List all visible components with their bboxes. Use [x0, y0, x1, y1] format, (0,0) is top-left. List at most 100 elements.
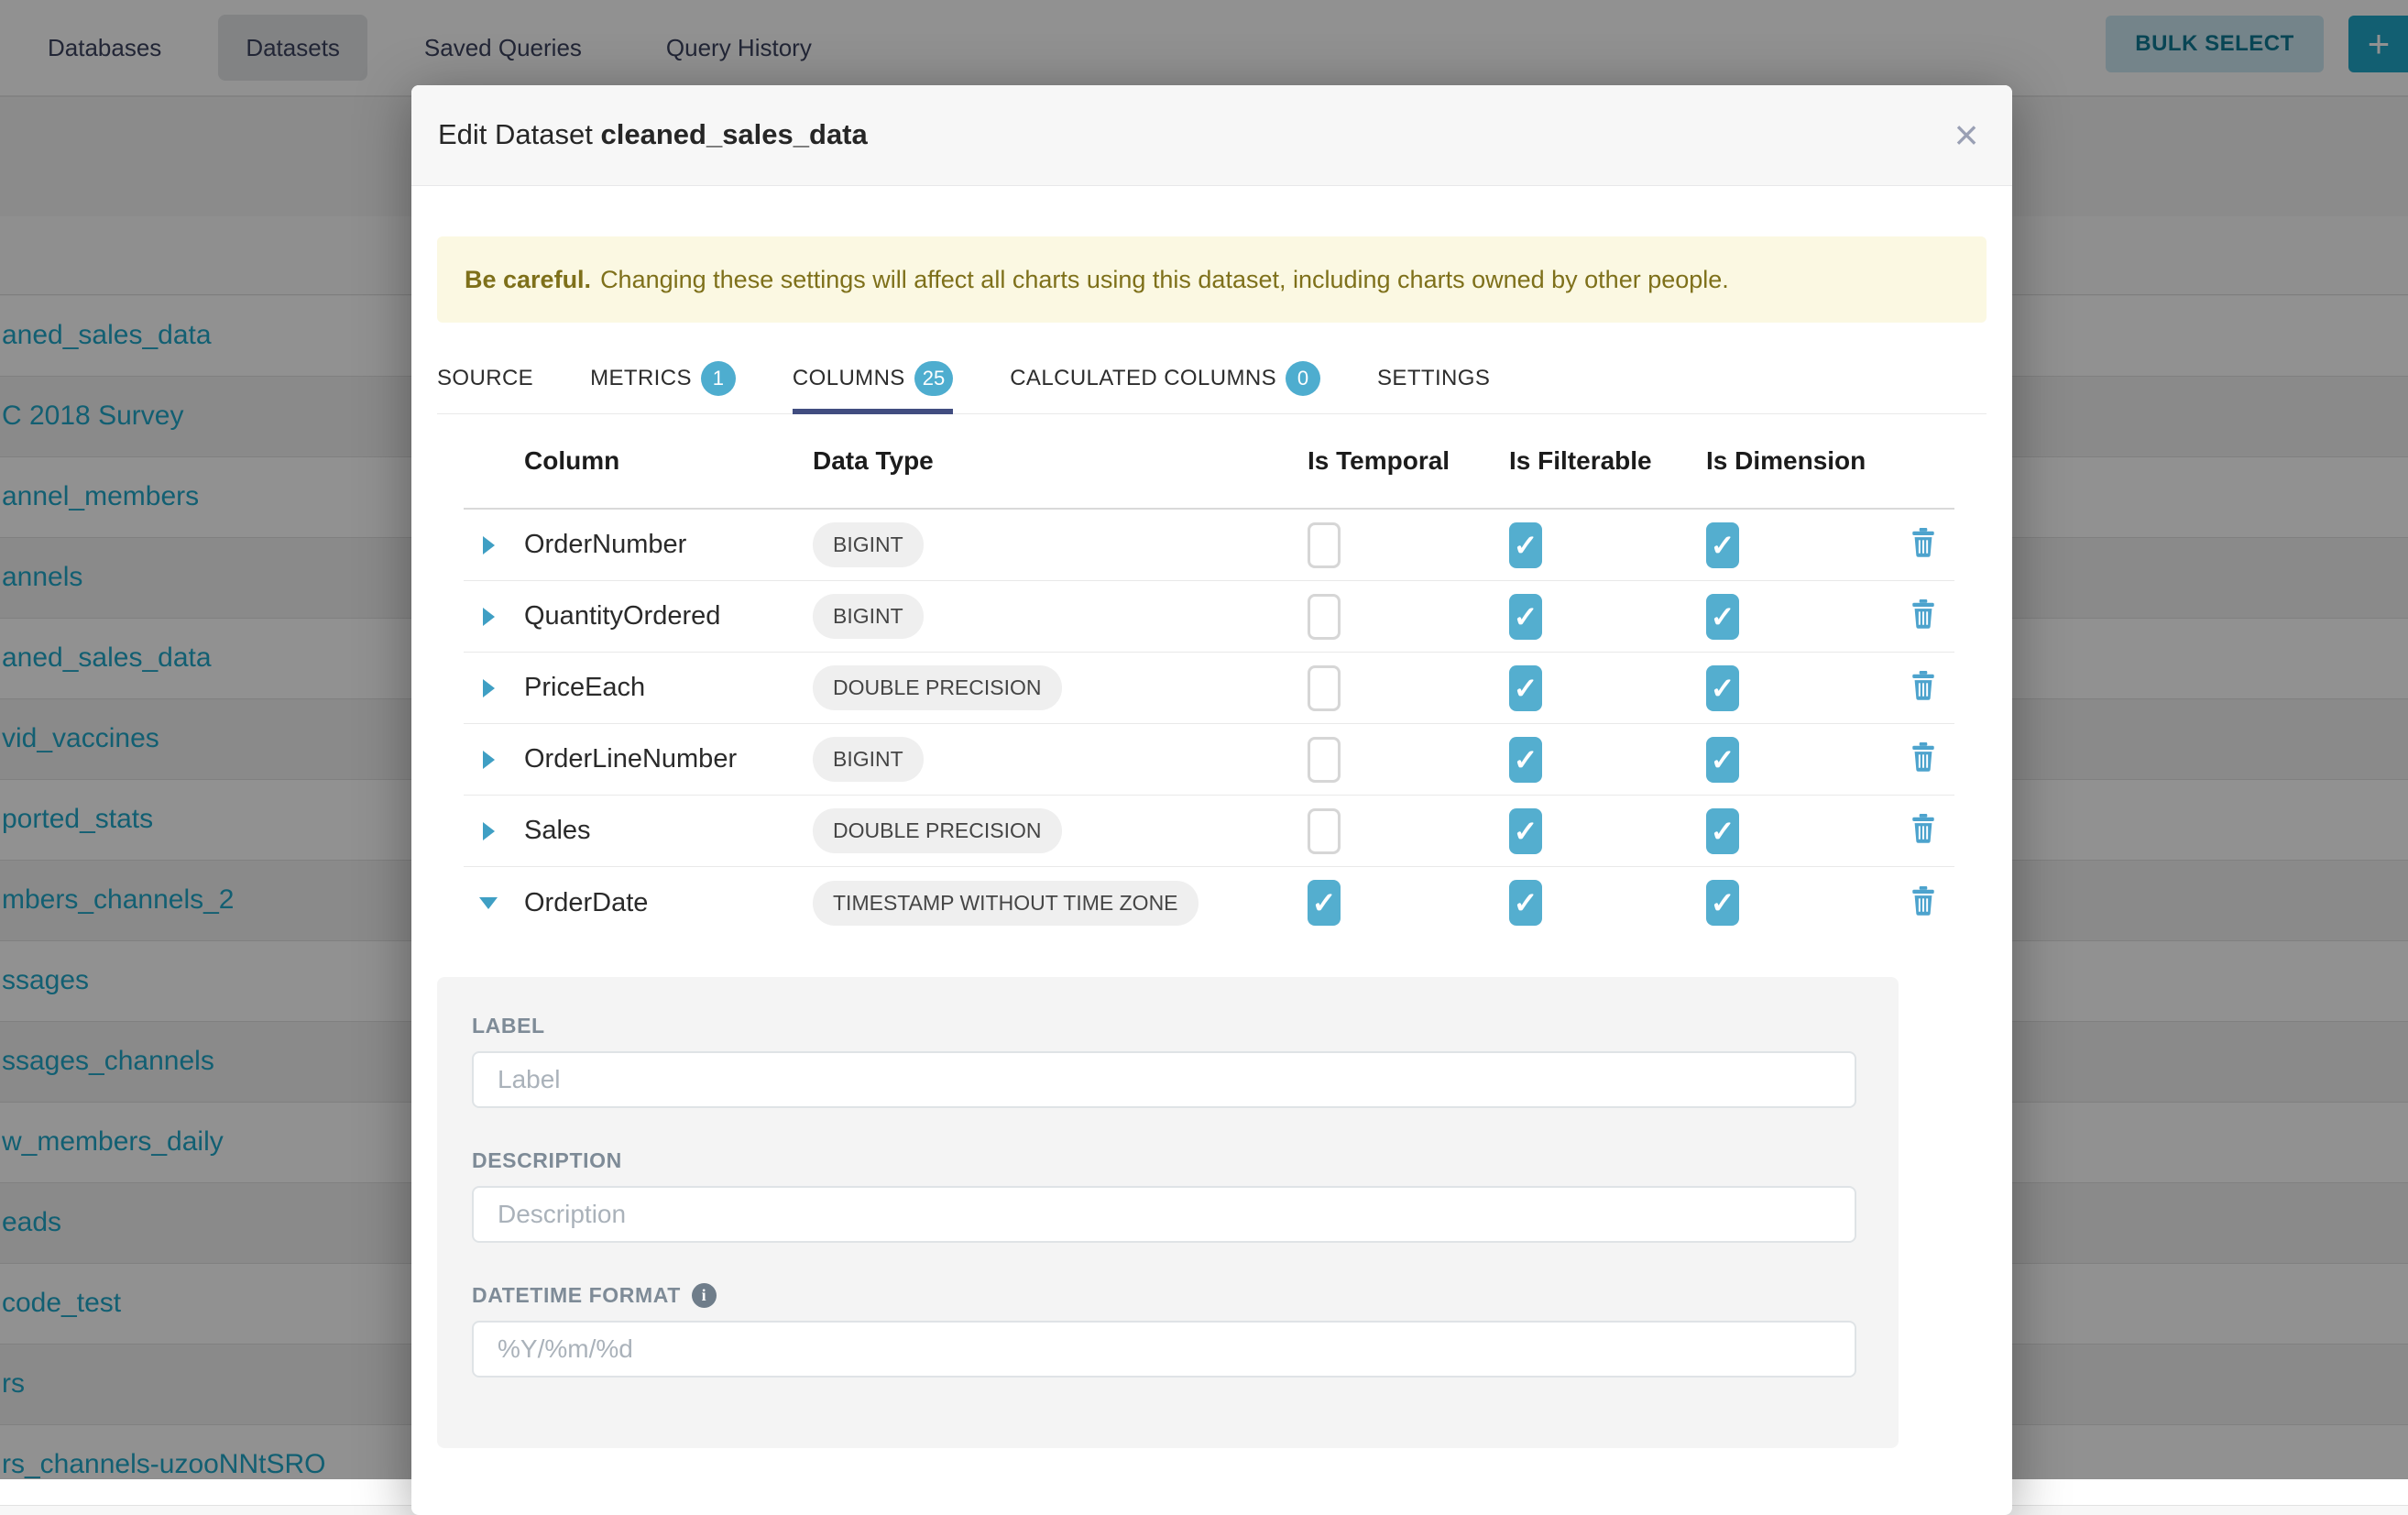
trash-icon	[1911, 671, 1935, 705]
temporal-checkbox-cell	[1301, 808, 1503, 854]
tab-count-badge: 25	[914, 361, 953, 396]
modal-header: Edit Dataset cleaned_sales_data ×	[411, 85, 2012, 186]
tab-settings[interactable]: SETTINGS	[1377, 344, 1490, 413]
filterable-checkbox-cell: ✓	[1503, 808, 1700, 854]
filterable-checkbox-cell: ✓	[1503, 594, 1700, 640]
dataset-name: cleaned_sales_data	[601, 118, 868, 150]
data-type-cell: BIGINT	[811, 594, 1301, 639]
filterable-checkbox[interactable]: ✓	[1509, 808, 1542, 854]
dimension-checkbox-cell: ✓	[1700, 522, 1892, 568]
trash-icon	[1911, 599, 1935, 633]
expand-caret-icon[interactable]	[464, 751, 513, 769]
filterable-checkbox-cell: ✓	[1503, 665, 1700, 711]
tab-label: SETTINGS	[1377, 366, 1490, 391]
tab-calculated-columns[interactable]: CALCULATED COLUMNS0	[1010, 344, 1320, 413]
dimension-checkbox-cell: ✓	[1700, 737, 1892, 783]
tab-source[interactable]: SOURCE	[437, 344, 533, 413]
data-type-cell: DOUBLE PRECISION	[811, 665, 1301, 710]
is-filterable-header: Is Filterable	[1503, 446, 1700, 476]
close-icon[interactable]: ×	[1941, 109, 1992, 160]
delete-column-button[interactable]	[1892, 814, 1954, 848]
temporal-checkbox[interactable]	[1308, 522, 1341, 568]
filterable-checkbox[interactable]: ✓	[1509, 594, 1542, 640]
column-name: OrderLineNumber	[513, 744, 811, 774]
columns-table-rows: OrderNumberBIGINT✓✓QuantityOrderedBIGINT…	[464, 510, 1954, 939]
expand-caret-icon[interactable]	[464, 679, 513, 697]
filterable-checkbox-cell: ✓	[1503, 737, 1700, 783]
dimension-checkbox[interactable]: ✓	[1706, 808, 1739, 854]
column-row-sales: SalesDOUBLE PRECISION✓✓	[464, 796, 1954, 867]
temporal-checkbox-cell	[1301, 665, 1503, 711]
data-type-cell: TIMESTAMP WITHOUT TIME ZONE	[811, 881, 1301, 926]
column-row-orderlinenumber: OrderLineNumberBIGINT✓✓	[464, 724, 1954, 796]
temporal-checkbox-cell	[1301, 737, 1503, 783]
expand-caret-icon[interactable]	[464, 608, 513, 626]
delete-column-button[interactable]	[1892, 742, 1954, 776]
collapse-caret-icon[interactable]	[464, 897, 513, 909]
dimension-checkbox[interactable]: ✓	[1706, 665, 1739, 711]
dimension-checkbox[interactable]: ✓	[1706, 737, 1739, 783]
temporal-checkbox[interactable]: ✓	[1308, 880, 1341, 926]
info-icon[interactable]: i	[692, 1283, 717, 1308]
data-type-cell: DOUBLE PRECISION	[811, 808, 1301, 853]
column-name: QuantityOrdered	[513, 601, 811, 631]
modal-title-prefix: Edit Dataset	[438, 118, 593, 150]
datetime-format-input[interactable]	[472, 1321, 1856, 1378]
tab-label: COLUMNS	[793, 366, 905, 391]
trash-icon	[1911, 886, 1935, 920]
tab-count-badge: 1	[701, 361, 736, 396]
tab-count-badge: 0	[1286, 361, 1320, 396]
columns-table-header: Column Data Type Is Temporal Is Filterab…	[464, 414, 1954, 510]
label-input[interactable]	[472, 1051, 1856, 1108]
label-field-block: LABEL	[472, 1014, 1864, 1108]
dimension-checkbox-cell: ✓	[1700, 880, 1892, 926]
temporal-checkbox-cell	[1301, 594, 1503, 640]
datetime-format-field-block: DATETIME FORMAT i	[472, 1283, 1864, 1378]
delete-column-button[interactable]	[1892, 886, 1954, 920]
column-row-orderdate: OrderDateTIMESTAMP WITHOUT TIME ZONE✓✓✓	[464, 867, 1954, 939]
trash-icon	[1911, 528, 1935, 562]
tab-label: METRICS	[590, 366, 692, 391]
temporal-checkbox[interactable]	[1308, 594, 1341, 640]
data-type-header: Data Type	[811, 446, 1301, 476]
temporal-checkbox-cell	[1301, 522, 1503, 568]
is-temporal-header: Is Temporal	[1301, 446, 1503, 476]
temporal-checkbox[interactable]	[1308, 808, 1341, 854]
expand-caret-icon[interactable]	[464, 536, 513, 554]
data-type-pill: TIMESTAMP WITHOUT TIME ZONE	[813, 881, 1199, 926]
column-row-priceeach: PriceEachDOUBLE PRECISION ✓ ✓	[464, 653, 1954, 724]
datetime-format-field-label: DATETIME FORMAT	[472, 1283, 681, 1308]
filterable-checkbox[interactable]: ✓	[1509, 665, 1542, 711]
modal-body: Be careful.Changing these settings will …	[411, 236, 2012, 1448]
trash-icon	[1911, 814, 1935, 848]
temporal-checkbox[interactable]	[1308, 737, 1341, 783]
column-name: PriceEach	[513, 673, 811, 703]
dimension-checkbox[interactable]: ✓	[1706, 522, 1739, 568]
filterable-checkbox[interactable]: ✓	[1509, 880, 1542, 926]
dimension-checkbox[interactable]: ✓	[1706, 880, 1739, 926]
dimension-checkbox[interactable]: ✓	[1706, 594, 1739, 640]
filterable-checkbox-cell: ✓	[1503, 880, 1700, 926]
tab-metrics[interactable]: METRICS 1	[590, 344, 736, 413]
filterable-checkbox[interactable]: ✓	[1509, 522, 1542, 568]
delete-column-button[interactable]	[1892, 599, 1954, 633]
label-field-label: LABEL	[472, 1014, 1864, 1038]
tab-label: SOURCE	[437, 366, 533, 391]
modal-title: Edit Dataset cleaned_sales_data	[438, 118, 868, 151]
caret-right-icon	[483, 751, 495, 769]
filterable-checkbox[interactable]: ✓	[1509, 737, 1542, 783]
delete-column-button[interactable]	[1892, 528, 1954, 562]
filterable-checkbox-cell: ✓	[1503, 522, 1700, 568]
column-detail-panel: LABEL DESCRIPTION DATETIME FORMAT i	[437, 977, 1899, 1448]
data-type-pill: BIGINT	[813, 594, 924, 639]
expand-caret-icon[interactable]	[464, 822, 513, 840]
caret-right-icon	[483, 822, 495, 840]
data-type-cell: BIGINT	[811, 522, 1301, 567]
tab-columns[interactable]: COLUMNS 25	[793, 344, 953, 413]
delete-column-button[interactable]	[1892, 671, 1954, 705]
data-type-pill: DOUBLE PRECISION	[813, 665, 1062, 710]
temporal-checkbox[interactable]	[1308, 665, 1341, 711]
caret-right-icon	[483, 679, 495, 697]
description-input[interactable]	[472, 1186, 1856, 1243]
modal-tabs: SOURCE METRICS 1 COLUMNS 25 CALCULATED COLUMN…	[437, 344, 1987, 414]
